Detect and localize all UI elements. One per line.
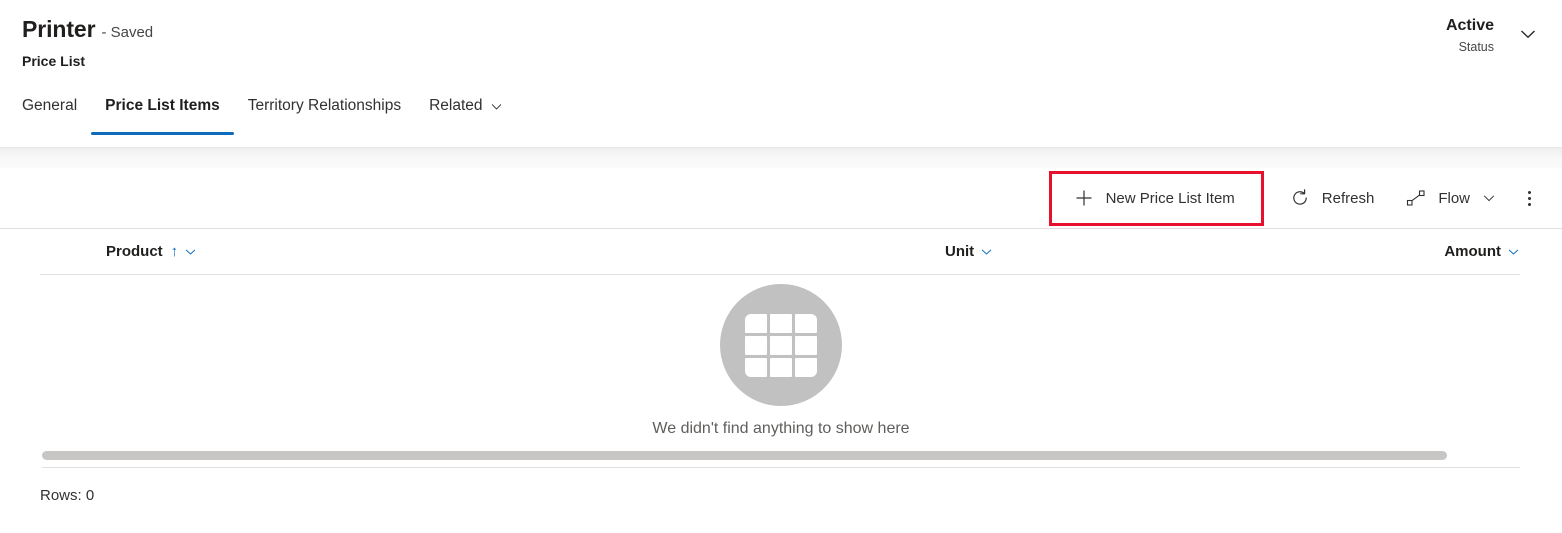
tab-underline-active xyxy=(91,132,234,135)
record-title-block: Printer - Saved Price List xyxy=(22,16,153,69)
tab-related[interactable]: Related xyxy=(415,90,516,122)
tab-label: Territory Relationships xyxy=(247,97,402,114)
refresh-button[interactable]: Refresh xyxy=(1274,175,1391,221)
column-header-amount[interactable]: Amount xyxy=(1444,229,1520,273)
record-title-line: Printer - Saved xyxy=(22,16,153,44)
plus-icon xyxy=(1074,188,1094,208)
page-title: Printer xyxy=(22,16,96,42)
grid-bottom-divider xyxy=(42,467,1520,468)
chevron-down-icon xyxy=(184,245,197,258)
saved-state-label: - Saved xyxy=(101,24,154,41)
chevron-down-icon xyxy=(490,100,503,113)
status-text-wrap: Active Status xyxy=(1446,16,1494,56)
new-price-list-item-button[interactable]: New Price List Item xyxy=(1048,170,1264,226)
section-separator-band xyxy=(0,147,1562,168)
column-header-product[interactable]: Product ↑ xyxy=(106,229,197,273)
flow-icon xyxy=(1406,188,1426,208)
tab-territory-relationships[interactable]: Territory Relationships xyxy=(234,90,415,122)
column-header-label: Unit xyxy=(945,242,975,260)
column-header-label: Amount xyxy=(1444,242,1501,260)
flow-button[interactable]: Flow xyxy=(1390,175,1512,221)
more-vertical-icon[interactable] xyxy=(1512,175,1546,221)
record-header: Printer - Saved Price List Active Status… xyxy=(0,0,1562,147)
refresh-label: Refresh xyxy=(1321,189,1375,207)
command-bar: New Price List Item Refresh Flow xyxy=(0,168,1562,229)
grid-table-icon-cells xyxy=(745,313,817,377)
overflow-dots xyxy=(1527,190,1531,206)
flow-label: Flow xyxy=(1438,189,1470,207)
tab-label: Price List Items xyxy=(105,97,220,114)
status-field-label: Status xyxy=(1458,40,1494,54)
tab-general[interactable]: General xyxy=(22,90,91,122)
column-header-unit[interactable]: Unit xyxy=(945,229,993,273)
chevron-down-icon xyxy=(980,245,993,258)
grid-column-headers: Product ↑ Unit Amount xyxy=(40,229,1520,275)
chevron-down-icon xyxy=(1507,245,1520,258)
new-price-list-item-label: New Price List Item xyxy=(1105,189,1235,207)
tab-strip: General Price List Items Territory Relat… xyxy=(0,90,517,137)
rows-count-label: Rows: 0 xyxy=(40,487,95,504)
grid-empty-state: We didn't find anything to show here xyxy=(0,284,1562,438)
status-block: Active Status xyxy=(1446,16,1540,56)
horizontal-scrollbar[interactable] xyxy=(42,451,1520,463)
horizontal-scrollbar-thumb[interactable] xyxy=(42,451,1447,460)
chevron-down-icon xyxy=(1482,191,1496,205)
tab-label: Related xyxy=(429,97,483,114)
empty-state-message: We didn't find anything to show here xyxy=(652,420,910,437)
price-list-items-grid: Product ↑ Unit Amount We didn't find any… xyxy=(0,229,1562,533)
tab-label: General xyxy=(22,97,78,114)
sort-ascending-arrow-icon: ↑ xyxy=(170,242,179,260)
tab-price-list-items[interactable]: Price List Items xyxy=(91,90,234,135)
grid-table-icon xyxy=(720,284,842,406)
column-header-label: Product xyxy=(106,242,163,260)
status-badge: Active xyxy=(1445,17,1494,34)
refresh-icon xyxy=(1290,188,1310,208)
entity-name-label: Price List xyxy=(22,53,86,69)
chevron-down-icon[interactable] xyxy=(1516,22,1540,46)
